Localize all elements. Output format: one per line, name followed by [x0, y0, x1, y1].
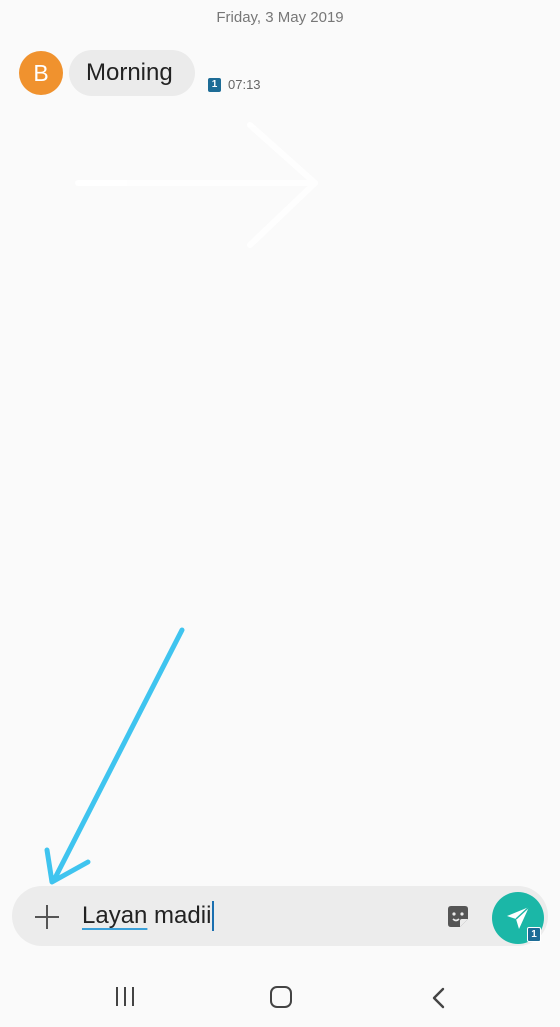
navigation-bar — [0, 968, 560, 1027]
annotation-arrow-icon — [44, 627, 185, 885]
attach-button[interactable] — [34, 904, 60, 930]
sender-avatar[interactable]: B — [19, 51, 63, 95]
text-cursor — [212, 901, 215, 931]
home-icon[interactable] — [270, 986, 292, 1008]
recent-apps-icon[interactable] — [114, 987, 138, 1007]
input-text-underlined: Layan — [82, 902, 148, 929]
message-input[interactable]: Layan madii — [82, 899, 215, 933]
input-text-rest: madii — [147, 902, 212, 929]
back-icon[interactable] — [430, 987, 446, 1009]
sim-badge: 1 — [208, 77, 221, 92]
date-header: Friday, 3 May 2019 — [216, 9, 344, 26]
sticker-icon[interactable] — [445, 904, 471, 930]
message-row: B Morning — [19, 50, 195, 96]
send-sim-badge: 1 — [527, 927, 541, 942]
message-bubble[interactable]: Morning — [69, 50, 195, 96]
composer-bar: Layan madii — [12, 886, 548, 946]
message-meta: 1 07:13 — [208, 77, 261, 92]
ghost-arrow-icon — [75, 122, 318, 248]
message-time: 07:13 — [228, 77, 261, 92]
